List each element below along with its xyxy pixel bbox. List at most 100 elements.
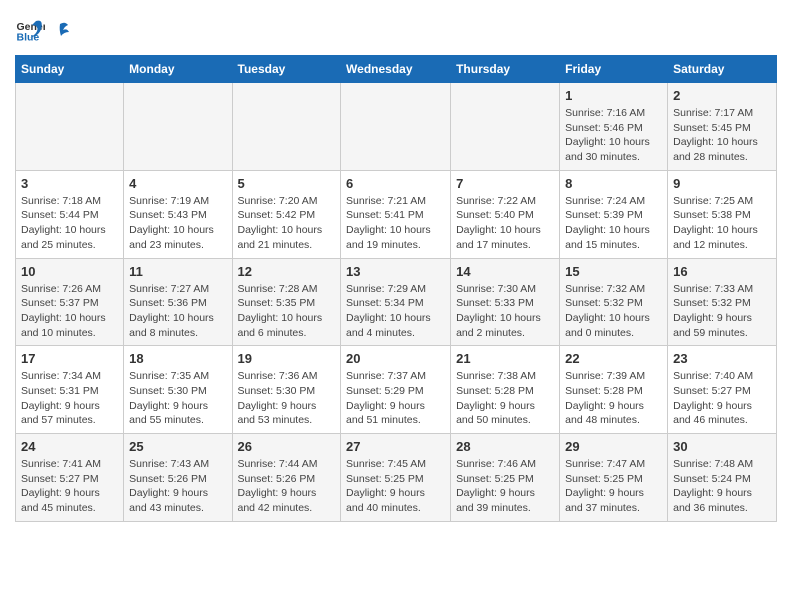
day-info: Sunrise: 7:38 AMSunset: 5:28 PMDaylight:…	[456, 369, 554, 428]
day-cell: 25 Sunrise: 7:43 AMSunset: 5:26 PMDayligh…	[124, 434, 232, 522]
day-info: Sunrise: 7:25 AMSunset: 5:38 PMDaylight:…	[673, 194, 771, 253]
header-cell-sunday: Sunday	[16, 56, 124, 83]
day-number: 20	[346, 351, 445, 366]
day-cell: 29 Sunrise: 7:47 AMSunset: 5:25 PMDayligh…	[560, 434, 668, 522]
logo-bird-icon	[51, 20, 69, 40]
week-row-1: 1Sunrise: 7:16 AMSunset: 5:46 PMDaylight…	[16, 83, 777, 171]
day-cell: 17Sunrise: 7:34 AMSunset: 5:31 PMDayligh…	[16, 346, 124, 434]
day-number: 16	[673, 264, 771, 279]
header-cell-saturday: Saturday	[668, 56, 777, 83]
day-info: Sunrise: 7:24 AMSunset: 5:39 PMDaylight:…	[565, 194, 662, 253]
day-cell: 28 Sunrise: 7:46 AMSunset: 5:25 PMDayligh…	[451, 434, 560, 522]
day-number: 8	[565, 176, 662, 191]
day-cell: 12 Sunrise: 7:28 AMSunset: 5:35 PMDayligh…	[232, 258, 341, 346]
day-info: Sunrise: 7:40 AMSunset: 5:27 PMDaylight:…	[673, 369, 771, 428]
day-number: 5	[238, 176, 336, 191]
day-info: Sunrise: 7:34 AMSunset: 5:31 PMDaylight:…	[21, 369, 118, 428]
week-row-3: 10 Sunrise: 7:26 AMSunset: 5:37 PMDayligh…	[16, 258, 777, 346]
day-cell: 4 Sunrise: 7:19 AMSunset: 5:43 PMDaylight…	[124, 170, 232, 258]
day-cell: 1Sunrise: 7:16 AMSunset: 5:46 PMDaylight…	[560, 83, 668, 171]
day-number: 15	[565, 264, 662, 279]
day-number: 24	[21, 439, 118, 454]
page-header: General Blue	[15, 15, 777, 45]
day-cell: 27Sunrise: 7:45 AMSunset: 5:25 PMDayligh…	[341, 434, 451, 522]
day-cell: 18 Sunrise: 7:35 AMSunset: 5:30 PMDayligh…	[124, 346, 232, 434]
week-row-2: 3 Sunrise: 7:18 AMSunset: 5:44 PMDaylight…	[16, 170, 777, 258]
header-cell-monday: Monday	[124, 56, 232, 83]
day-number: 4	[129, 176, 226, 191]
day-number: 13	[346, 264, 445, 279]
day-cell	[124, 83, 232, 171]
day-info: Sunrise: 7:22 AMSunset: 5:40 PMDaylight:…	[456, 194, 554, 253]
day-info: Sunrise: 7:29 AMSunset: 5:34 PMDaylight:…	[346, 282, 445, 341]
day-cell: 10 Sunrise: 7:26 AMSunset: 5:37 PMDayligh…	[16, 258, 124, 346]
week-row-5: 24 Sunrise: 7:41 AMSunset: 5:27 PMDayligh…	[16, 434, 777, 522]
day-cell	[16, 83, 124, 171]
day-info: Sunrise: 7:33 AMSunset: 5:32 PMDaylight:…	[673, 282, 771, 341]
day-info: Sunrise: 7:27 AMSunset: 5:36 PMDaylight:…	[129, 282, 226, 341]
day-number: 6	[346, 176, 445, 191]
logo: General Blue	[15, 15, 71, 45]
day-number: 27	[346, 439, 445, 454]
day-number: 29	[565, 439, 662, 454]
day-cell: 26 Sunrise: 7:44 AMSunset: 5:26 PMDayligh…	[232, 434, 341, 522]
day-info: Sunrise: 7:44 AMSunset: 5:26 PMDaylight:…	[238, 457, 336, 516]
day-info: Sunrise: 7:43 AMSunset: 5:26 PMDaylight:…	[129, 457, 226, 516]
day-cell: 6 Sunrise: 7:21 AMSunset: 5:41 PMDaylight…	[341, 170, 451, 258]
day-info: Sunrise: 7:47 AMSunset: 5:25 PMDaylight:…	[565, 457, 662, 516]
day-number: 21	[456, 351, 554, 366]
header-cell-tuesday: Tuesday	[232, 56, 341, 83]
day-number: 22	[565, 351, 662, 366]
day-info: Sunrise: 7:28 AMSunset: 5:35 PMDaylight:…	[238, 282, 336, 341]
day-cell	[451, 83, 560, 171]
day-number: 12	[238, 264, 336, 279]
day-info: Sunrise: 7:30 AMSunset: 5:33 PMDaylight:…	[456, 282, 554, 341]
day-number: 25	[129, 439, 226, 454]
day-number: 26	[238, 439, 336, 454]
day-info: Sunrise: 7:21 AMSunset: 5:41 PMDaylight:…	[346, 194, 445, 253]
header-cell-friday: Friday	[560, 56, 668, 83]
day-number: 1	[565, 88, 662, 103]
day-number: 18	[129, 351, 226, 366]
day-info: Sunrise: 7:18 AMSunset: 5:44 PMDaylight:…	[21, 194, 118, 253]
calendar-table: SundayMondayTuesdayWednesdayThursdayFrid…	[15, 55, 777, 522]
day-number: 3	[21, 176, 118, 191]
svg-text:Blue: Blue	[17, 32, 40, 44]
day-cell: 11 Sunrise: 7:27 AMSunset: 5:36 PMDayligh…	[124, 258, 232, 346]
header-cell-wednesday: Wednesday	[341, 56, 451, 83]
day-info: Sunrise: 7:39 AMSunset: 5:28 PMDaylight:…	[565, 369, 662, 428]
day-cell: 21 Sunrise: 7:38 AMSunset: 5:28 PMDayligh…	[451, 346, 560, 434]
day-number: 10	[21, 264, 118, 279]
day-cell: 20 Sunrise: 7:37 AMSunset: 5:29 PMDayligh…	[341, 346, 451, 434]
day-cell: 24 Sunrise: 7:41 AMSunset: 5:27 PMDayligh…	[16, 434, 124, 522]
day-info: Sunrise: 7:17 AMSunset: 5:45 PMDaylight:…	[673, 106, 771, 165]
day-number: 7	[456, 176, 554, 191]
day-cell: 23 Sunrise: 7:40 AMSunset: 5:27 PMDayligh…	[668, 346, 777, 434]
day-info: Sunrise: 7:48 AMSunset: 5:24 PMDaylight:…	[673, 457, 771, 516]
day-cell: 8 Sunrise: 7:24 AMSunset: 5:39 PMDaylight…	[560, 170, 668, 258]
day-info: Sunrise: 7:37 AMSunset: 5:29 PMDaylight:…	[346, 369, 445, 428]
day-number: 2	[673, 88, 771, 103]
day-info: Sunrise: 7:19 AMSunset: 5:43 PMDaylight:…	[129, 194, 226, 253]
day-info: Sunrise: 7:32 AMSunset: 5:32 PMDaylight:…	[565, 282, 662, 341]
day-cell: 15 Sunrise: 7:32 AMSunset: 5:32 PMDayligh…	[560, 258, 668, 346]
header-row: SundayMondayTuesdayWednesdayThursdayFrid…	[16, 56, 777, 83]
day-number: 23	[673, 351, 771, 366]
day-cell: 9Sunrise: 7:25 AMSunset: 5:38 PMDaylight…	[668, 170, 777, 258]
day-number: 28	[456, 439, 554, 454]
day-cell	[232, 83, 341, 171]
day-cell: 22 Sunrise: 7:39 AMSunset: 5:28 PMDayligh…	[560, 346, 668, 434]
day-cell: 16 Sunrise: 7:33 AMSunset: 5:32 PMDayligh…	[668, 258, 777, 346]
day-cell: 7 Sunrise: 7:22 AMSunset: 5:40 PMDaylight…	[451, 170, 560, 258]
day-number: 14	[456, 264, 554, 279]
day-cell: 3 Sunrise: 7:18 AMSunset: 5:44 PMDaylight…	[16, 170, 124, 258]
week-row-4: 17Sunrise: 7:34 AMSunset: 5:31 PMDayligh…	[16, 346, 777, 434]
day-info: Sunrise: 7:20 AMSunset: 5:42 PMDaylight:…	[238, 194, 336, 253]
day-info: Sunrise: 7:35 AMSunset: 5:30 PMDaylight:…	[129, 369, 226, 428]
day-info: Sunrise: 7:46 AMSunset: 5:25 PMDaylight:…	[456, 457, 554, 516]
day-info: Sunrise: 7:41 AMSunset: 5:27 PMDaylight:…	[21, 457, 118, 516]
day-info: Sunrise: 7:26 AMSunset: 5:37 PMDaylight:…	[21, 282, 118, 341]
day-cell: 19Sunrise: 7:36 AMSunset: 5:30 PMDayligh…	[232, 346, 341, 434]
day-number: 11	[129, 264, 226, 279]
logo-icon: General Blue	[15, 15, 45, 45]
